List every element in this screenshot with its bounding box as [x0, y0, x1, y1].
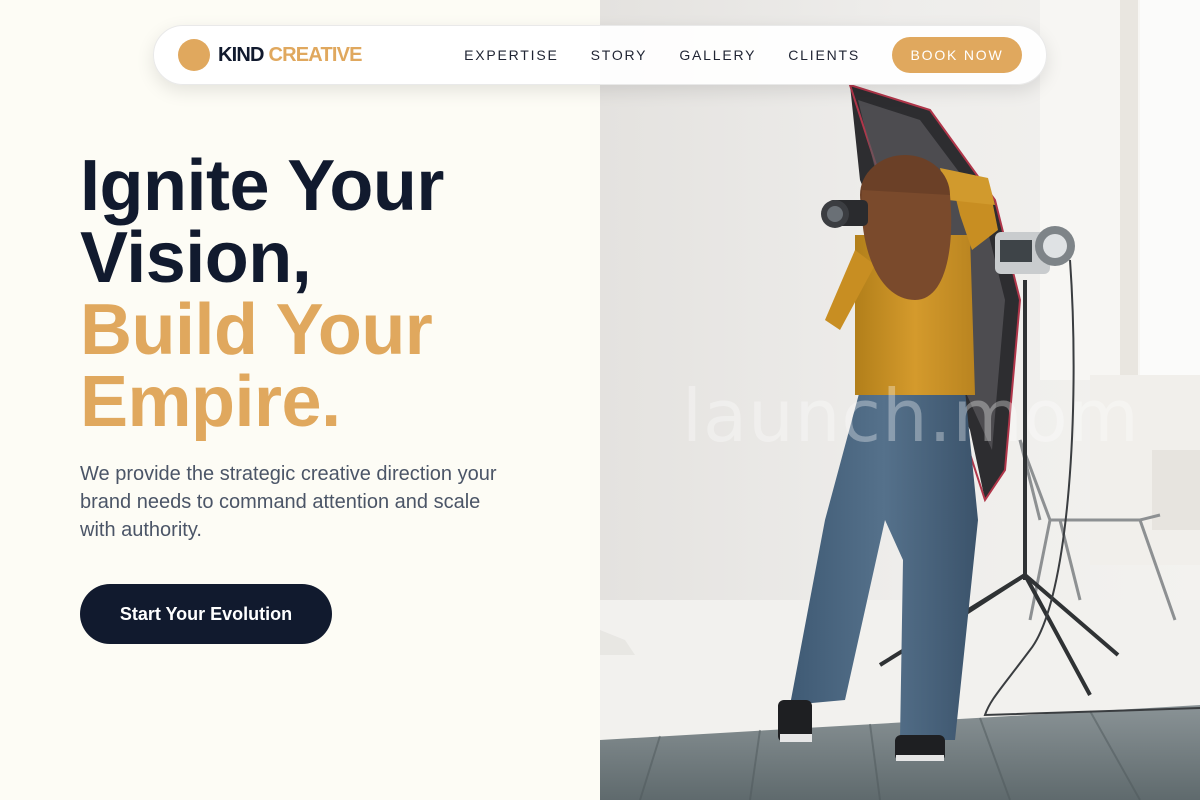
headline-accent-line-1: Build Your: [80, 290, 433, 370]
nav-link-clients[interactable]: CLIENTS: [788, 47, 860, 63]
hero-headline: Ignite Your Vision, Build Your Empire.: [80, 150, 560, 438]
hero-photo: launch.mom: [600, 0, 1200, 800]
logo-circle-icon: [178, 39, 210, 71]
nav-link-story[interactable]: STORY: [591, 47, 648, 63]
book-now-button[interactable]: BOOK NOW: [892, 37, 1022, 73]
watermark-text: launch.mom: [682, 374, 1140, 458]
start-evolution-button[interactable]: Start Your Evolution: [80, 584, 332, 644]
nav-links: EXPERTISE STORY GALLERY CLIENTS BOOK NOW: [464, 37, 1022, 73]
hero-section: Ignite Your Vision, Build Your Empire. W…: [80, 150, 560, 644]
nav-link-expertise[interactable]: EXPERTISE: [464, 47, 559, 63]
headline-line-2: Vision,: [80, 218, 312, 298]
top-navbar: KIND CREATIVE EXPERTISE STORY GALLERY CL…: [153, 25, 1047, 85]
headline-accent-line-2: Empire.: [80, 362, 341, 442]
nav-link-gallery[interactable]: GALLERY: [679, 47, 756, 63]
brand-name-accent: CREATIVE: [268, 43, 362, 66]
brand-name: KIND CREATIVE: [218, 43, 363, 67]
headline-line-1: Ignite Your: [80, 146, 444, 226]
hero-subtext: We provide the strategic creative direct…: [80, 463, 497, 541]
brand-name-primary: KIND: [218, 43, 264, 66]
brand-logo[interactable]: KIND CREATIVE: [178, 39, 363, 71]
